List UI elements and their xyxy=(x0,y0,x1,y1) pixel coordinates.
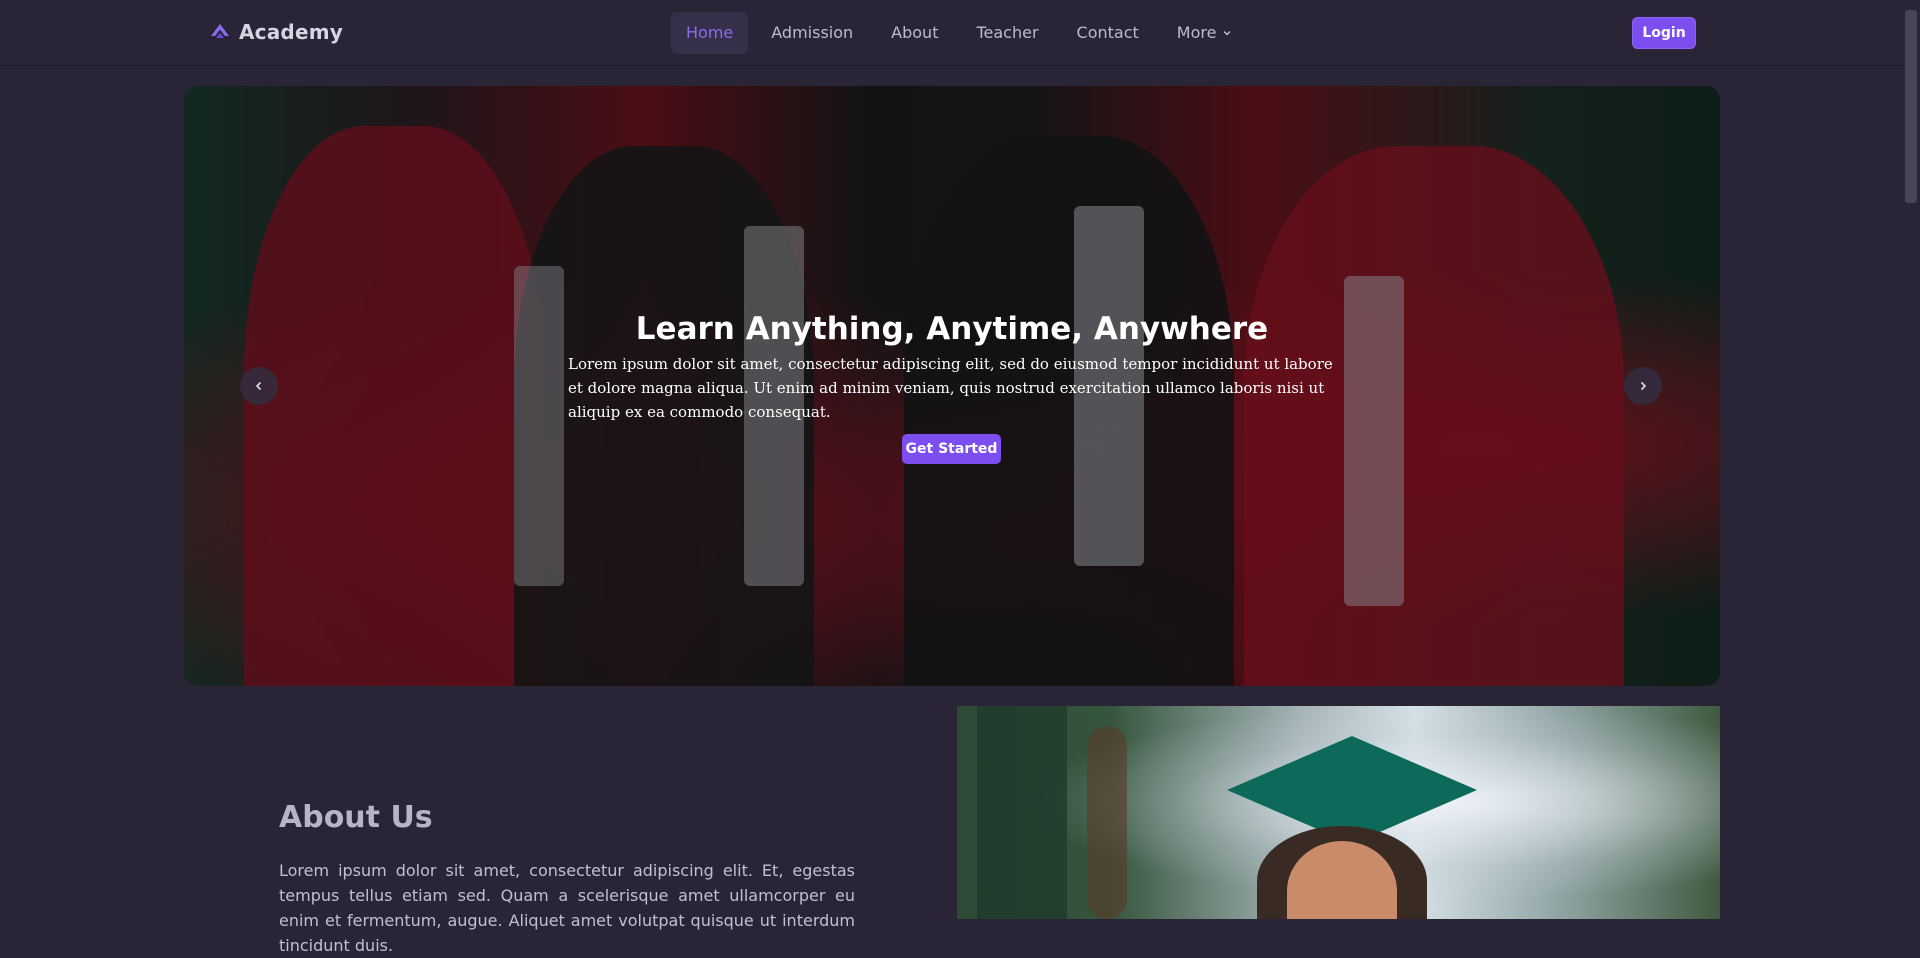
chevron-left-icon xyxy=(255,381,262,391)
about-photo-shape xyxy=(977,706,1067,919)
about-photo-shape xyxy=(1087,726,1127,919)
nav-contact[interactable]: Contact xyxy=(1062,12,1154,54)
nav-home[interactable]: Home xyxy=(671,12,749,54)
nav-about-label: About xyxy=(891,23,939,42)
nav-teacher[interactable]: Teacher xyxy=(961,12,1053,54)
carousel-next-button[interactable] xyxy=(1624,367,1662,405)
nav-home-label: Home xyxy=(686,23,734,42)
top-navbar: Academy Home Admission About Teacher Con… xyxy=(0,0,1903,66)
academy-logo-icon xyxy=(211,24,229,38)
nav-teacher-label: Teacher xyxy=(976,23,1039,42)
hero-carousel: Learn Anything, Anytime, Anywhere Lorem … xyxy=(184,86,1720,686)
about-description: Lorem ipsum dolor sit amet, consectetur … xyxy=(279,861,855,955)
login-button[interactable]: Login xyxy=(1632,17,1696,49)
about-title: About Us xyxy=(279,800,433,835)
chevron-right-icon xyxy=(1640,381,1647,391)
nav-more-label: More xyxy=(1176,23,1217,42)
graduate-image xyxy=(957,706,1720,919)
get-started-button[interactable]: Get Started xyxy=(902,434,1001,464)
nav-admission-label: Admission xyxy=(771,23,854,42)
nav-contact-label: Contact xyxy=(1076,23,1139,42)
main-menu: Home Admission About Teacher Contact Mor… xyxy=(671,12,1247,54)
nav-more-dropdown[interactable]: More xyxy=(1162,12,1248,54)
carousel-prev-button[interactable] xyxy=(240,367,278,405)
brand-name: Academy xyxy=(239,20,343,44)
nav-about[interactable]: About xyxy=(876,12,953,54)
nav-admission[interactable]: Admission xyxy=(756,12,868,54)
brand-logo[interactable]: Academy xyxy=(209,20,343,44)
hero-title: Learn Anything, Anytime, Anywhere xyxy=(635,311,1269,347)
hero-description: Lorem ipsum dolor sit amet, consectetur … xyxy=(568,355,1333,421)
page-scrollbar-thumb[interactable] xyxy=(1905,10,1917,203)
chevron-down-icon xyxy=(1223,30,1231,36)
